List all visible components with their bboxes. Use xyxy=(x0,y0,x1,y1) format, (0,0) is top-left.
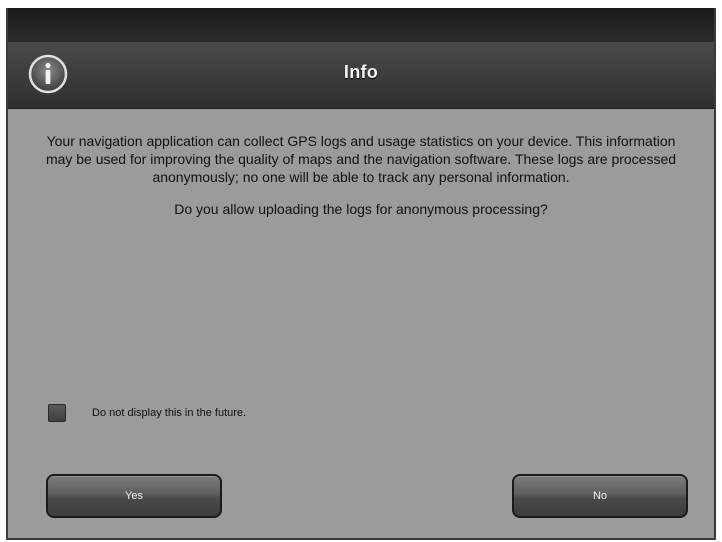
dialog-question: Do you allow uploading the logs for anon… xyxy=(174,201,548,217)
dialog-message: Your navigation application can collect … xyxy=(45,133,677,185)
no-button[interactable]: No xyxy=(512,474,688,518)
dialog-content: Your navigation application can collect … xyxy=(8,132,714,218)
info-dialog: Info Your navigation application can col… xyxy=(6,8,716,540)
do-not-display-label: Do not display this in the future. xyxy=(92,407,247,419)
do-not-display-checkbox[interactable] xyxy=(48,404,66,422)
do-not-display-option: Do not display this in the future. xyxy=(48,404,246,422)
top-bar xyxy=(8,8,714,42)
title-bar: Info xyxy=(8,42,714,109)
dialog-title: Info xyxy=(343,62,379,82)
yes-button[interactable]: Yes xyxy=(46,474,222,518)
